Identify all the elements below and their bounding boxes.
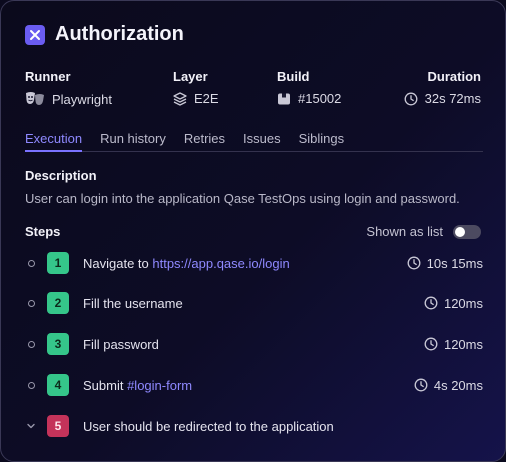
meta-duration: Duration 32s 72ms <box>404 69 481 106</box>
step-row[interactable]: 4 Submit #login-form 4s 20ms <box>25 373 483 397</box>
build-box-icon <box>278 93 290 104</box>
step-text: Fill the username <box>83 295 183 311</box>
theater-masks-icon <box>26 92 44 105</box>
step-duration: 4s 20ms <box>433 377 483 393</box>
step-bullet-icon <box>27 259 35 267</box>
step-number: 5 <box>47 415 69 437</box>
description-title: Description <box>25 168 97 183</box>
clock-icon <box>424 296 438 310</box>
step-row[interactable]: 3 Fill password 120ms <box>25 332 483 356</box>
step-text: Navigate to https://app.qase.io/login <box>83 255 290 271</box>
step-text: User should be redirected to the applica… <box>83 418 334 434</box>
steps-title: Steps <box>25 224 61 239</box>
meta-layer: Layer E2E <box>173 69 219 106</box>
clock-icon <box>424 337 438 351</box>
step-link[interactable]: #login-form <box>127 378 192 393</box>
duration-label: Duration <box>427 69 481 84</box>
close-icon[interactable] <box>25 24 45 45</box>
clock-icon <box>414 378 428 392</box>
step-number: 2 <box>47 292 69 314</box>
step-duration: 120ms <box>443 336 483 352</box>
page-title: Authorization <box>55 23 184 45</box>
build-value: #15002 <box>298 91 342 106</box>
layers-icon <box>173 91 187 106</box>
tab-run-history[interactable]: Run history <box>100 131 166 151</box>
meta-build: Build #15002 <box>277 69 341 106</box>
layer-value: E2E <box>194 91 219 106</box>
shown-as-list-toggle[interactable] <box>453 224 481 239</box>
shown-as-list-label: Shown as list <box>366 224 443 239</box>
step-duration: 10s 15ms <box>426 255 483 271</box>
build-label: Build <box>277 69 310 84</box>
step-number: 4 <box>47 374 69 396</box>
step-number: 3 <box>47 333 69 355</box>
tab-bar: Execution Run history Retries Issues Sib… <box>25 131 483 152</box>
duration-value: 32s 72ms <box>424 91 481 106</box>
step-row[interactable]: 1 Navigate to https://app.qase.io/login … <box>25 251 483 275</box>
step-bullet-icon <box>27 299 35 307</box>
tab-execution[interactable]: Execution <box>25 131 83 152</box>
runner-label: Runner <box>25 69 71 84</box>
tab-siblings[interactable]: Siblings <box>299 131 345 151</box>
chevron-down-icon[interactable] <box>25 421 37 431</box>
layer-label: Layer <box>173 69 208 84</box>
step-bullet-icon <box>27 340 35 348</box>
header: Authorization <box>25 23 184 46</box>
shown-as-list-control: Shown as list <box>366 224 481 239</box>
meta-runner: Runner Playwright <box>25 69 112 107</box>
tab-issues[interactable]: Issues <box>243 131 281 151</box>
step-row[interactable]: 2 Fill the username 120ms <box>25 291 483 315</box>
step-text: Fill password <box>83 336 159 352</box>
description-text: User can login into the application Qase… <box>25 191 460 206</box>
step-duration: 120ms <box>443 295 483 311</box>
toggle-knob <box>455 226 465 237</box>
step-row-expandable[interactable]: 5 User should be redirected to the appli… <box>25 414 483 438</box>
clock-icon <box>404 92 418 105</box>
step-number: 1 <box>47 252 69 274</box>
step-bullet-icon <box>27 381 35 389</box>
tab-retries[interactable]: Retries <box>184 131 225 151</box>
step-text: Submit #login-form <box>83 377 193 393</box>
clock-icon <box>407 256 421 270</box>
runner-value: Playwright <box>52 91 112 107</box>
step-link[interactable]: https://app.qase.io/login <box>152 256 289 271</box>
test-details-card: Authorization Runner Playwright Layer E2… <box>0 0 506 462</box>
